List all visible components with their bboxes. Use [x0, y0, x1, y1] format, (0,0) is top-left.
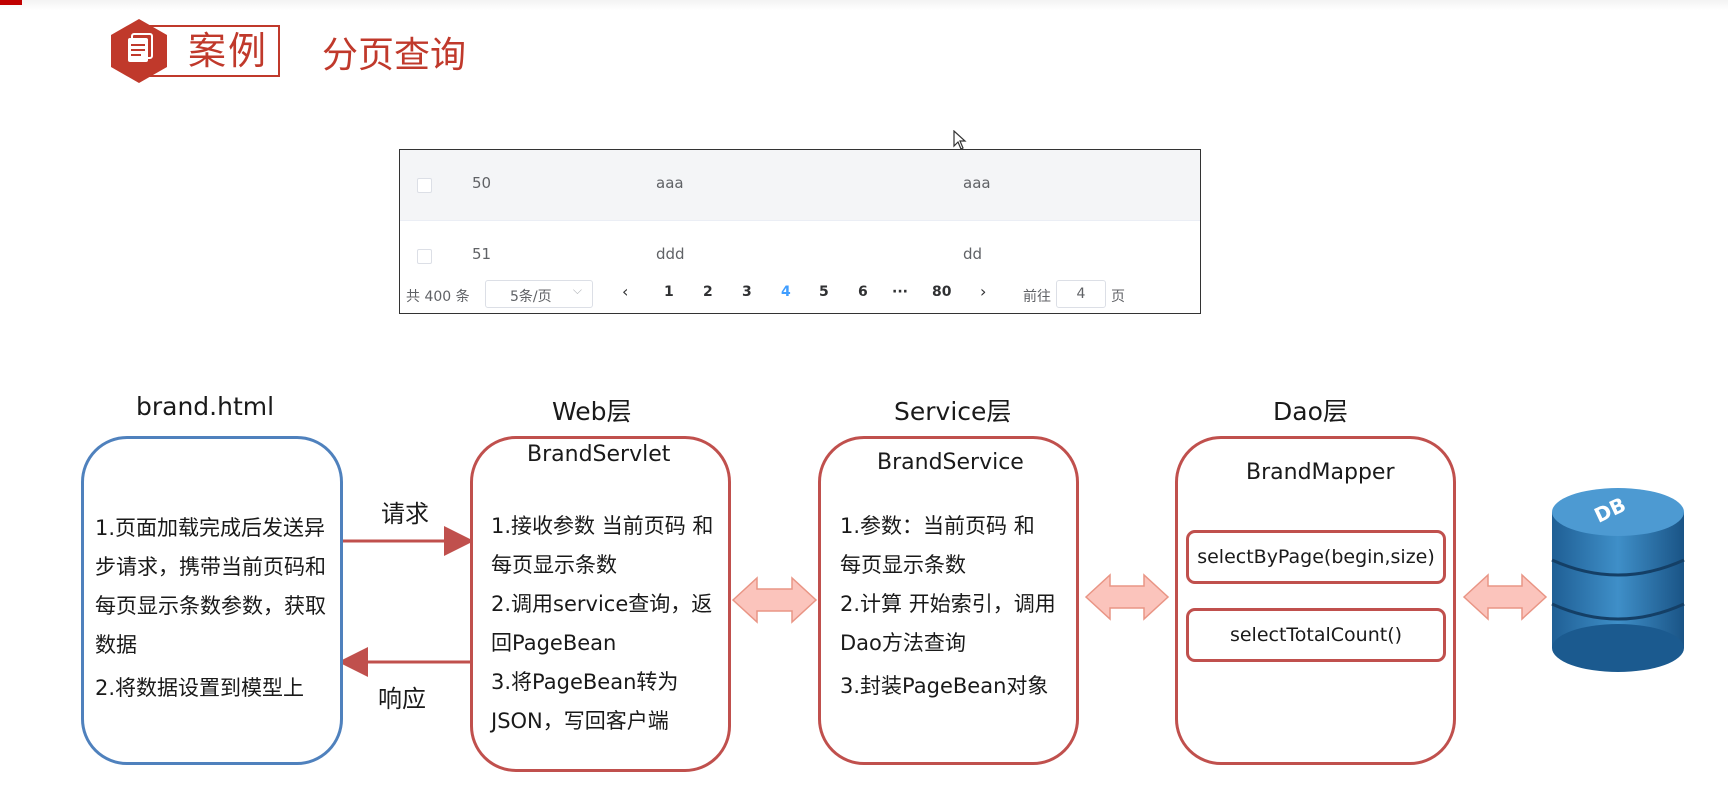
- service-step-line: Dao方法查询: [840, 631, 966, 655]
- dao-layer-box: [1175, 436, 1456, 765]
- web-steps: 1.接收参数 当前页码 和 每页显示条数 2.调用service查询，返 回Pa…: [491, 507, 726, 741]
- service-step-line: 2.计算 开始索引，调用: [840, 592, 1056, 616]
- web-step-line: 2.调用service查询，返: [491, 592, 713, 616]
- frontend-steps: 1.页面加载完成后发送异 步请求，携带当前页码和 每页显示条数参数，获取 数据 …: [95, 509, 340, 708]
- service-step-line: 3.封装PageBean对象: [840, 674, 1049, 698]
- service-steps: 1.参数：当前页码 和 每页显示条数 2.计算 开始索引，调用 Dao方法查询 …: [840, 507, 1075, 706]
- frontend-step-line: 2.将数据设置到模型上: [95, 676, 305, 700]
- frontend-step-line: 数据: [95, 633, 137, 657]
- web-service-double-arrow: [731, 576, 818, 624]
- service-step-line: 1.参数：当前页码 和: [840, 514, 1035, 538]
- response-label: 响应: [378, 685, 426, 713]
- web-step-line: JSON，写回客户端: [491, 709, 669, 733]
- method-select-by-page: selectByPage(begin,size): [1186, 530, 1446, 584]
- web-box-title: BrandServlet: [527, 442, 671, 467]
- service-dao-double-arrow: [1084, 573, 1170, 621]
- request-label: 请求: [381, 500, 429, 528]
- frontend-step-line: 1.页面加载完成后发送异: [95, 516, 326, 540]
- web-step-line: 回PageBean: [491, 631, 617, 655]
- dao-db-double-arrow: [1462, 573, 1548, 621]
- frontend-step-line: 步请求，携带当前页码和: [95, 555, 326, 579]
- service-step-line: 每页显示条数: [840, 553, 966, 577]
- web-step-line: 每页显示条数: [491, 553, 617, 577]
- dao-box-title: BrandMapper: [1246, 460, 1395, 485]
- web-step-line: 1.接收参数 当前页码 和: [491, 514, 714, 538]
- service-box-title: BrandService: [877, 450, 1024, 475]
- database-icon: DB: [1550, 486, 1690, 674]
- web-step-line: 3.将PageBean转为: [491, 670, 679, 694]
- frontend-step-line: 每页显示条数参数，获取: [95, 594, 326, 618]
- method-select-total-count: selectTotalCount(): [1186, 608, 1446, 662]
